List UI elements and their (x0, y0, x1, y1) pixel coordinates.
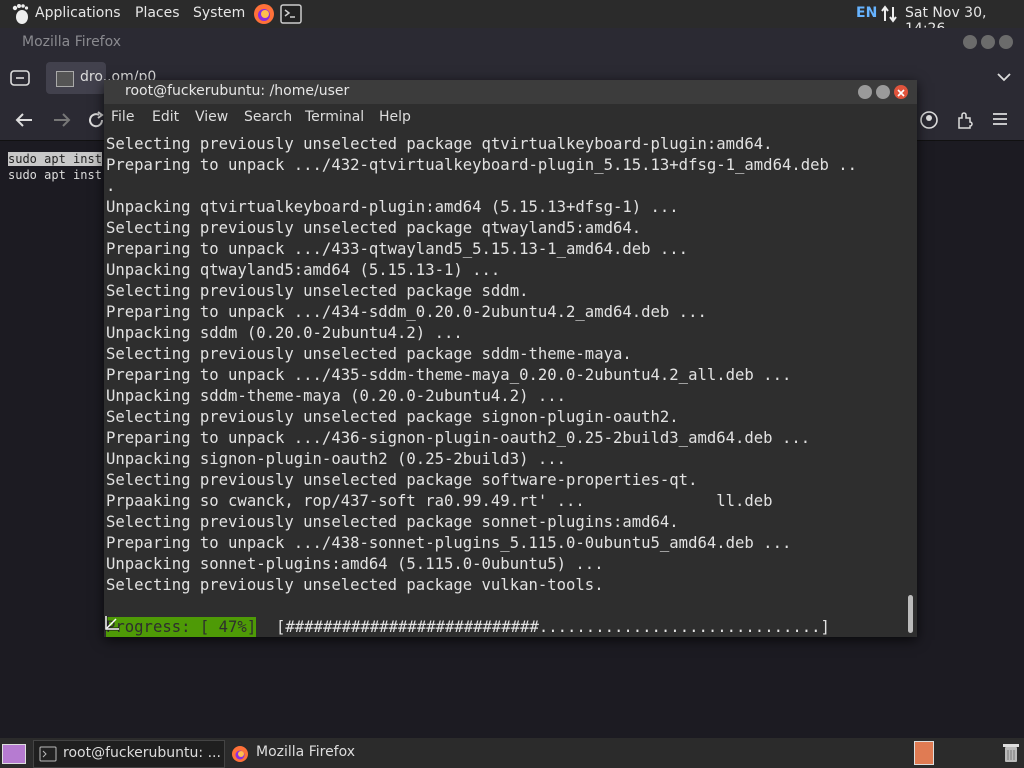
firefox-icon (232, 746, 248, 762)
browser-tab[interactable]: dro..om/p0 (46, 62, 156, 94)
menu-edit[interactable]: Edit (152, 109, 179, 125)
terminal-line: Selecting previously unselected package … (106, 219, 642, 237)
terminal-titlebar[interactable]: root@fuckerubuntu: /home/user (104, 80, 917, 104)
terminal-line: Preparing to unpack .../436-signon-plugi… (106, 429, 811, 447)
terminal-line: Unpacking qtvirtualkeyboard-plugin:amd64… (106, 198, 679, 216)
terminal-line: Unpacking sddm-theme-maya (0.20.0-2ubunt… (106, 387, 567, 405)
terminal-line: Preparing to unpack .../434-sddm_0.20.0-… (106, 303, 707, 321)
terminal-output[interactable]: Selecting previously unselected package … (104, 134, 904, 637)
terminal-line: Unpacking sonnet-plugins:amd64 (5.115.0-… (106, 555, 604, 573)
firefox-window-title: Mozilla Firefox (22, 34, 122, 50)
menu-applications[interactable]: Applications (35, 5, 121, 21)
terminal-launcher-icon[interactable] (280, 4, 302, 24)
gnome-foot-icon[interactable] (9, 3, 31, 25)
terminal-line: Selecting previously unselected package … (106, 576, 604, 594)
taskbar-label: Mozilla Firefox (256, 744, 356, 760)
keyboard-layout[interactable]: EN (856, 5, 877, 21)
taskbar-item-firefox[interactable]: Mozilla Firefox (228, 740, 368, 766)
network-transfer-icon[interactable] (880, 5, 898, 23)
terminal-icon (39, 746, 57, 762)
close-button[interactable] (999, 35, 1013, 49)
terminal-scrollbar[interactable] (908, 595, 913, 633)
terminal-line: Selecting previously unselected package … (106, 408, 679, 426)
reload-icon[interactable] (87, 111, 105, 129)
extensions-icon[interactable] (955, 110, 975, 130)
minimize-button[interactable] (963, 35, 977, 49)
taskbar: root@fuckerubuntu: ... Mozilla Firefox (0, 738, 1024, 768)
terminal-title: root@fuckerubuntu: /home/user (125, 83, 350, 99)
terminal-line: Unpacking qtwayland5:amd64 (5.15.13-1) .… (106, 261, 501, 279)
terminal-line: Selecting previously unselected package … (106, 513, 679, 531)
terminal-close-button[interactable] (894, 85, 908, 99)
close-icon (897, 89, 905, 97)
firefox-launcher-icon[interactable] (253, 3, 275, 25)
workspace-switcher[interactable] (914, 741, 934, 765)
terminal-line: Preparing to unpack .../432-qtvirtualkey… (106, 156, 858, 174)
account-icon[interactable] (919, 110, 939, 130)
page-line: sudo apt inst (8, 168, 102, 182)
forward-arrow-icon[interactable] (52, 111, 72, 129)
tab-overview-icon[interactable] (10, 68, 30, 86)
terminal-line: Selecting previously unselected package … (106, 282, 529, 300)
menu-places[interactable]: Places (135, 5, 180, 21)
terminal-line: Selecting previously unselected package … (106, 471, 698, 489)
hamburger-menu-icon[interactable] (991, 111, 1009, 127)
top-panel: Applications Places System EN Sat Nov 30… (0, 0, 1024, 37)
taskbar-label: root@fuckerubuntu: ... (63, 745, 221, 761)
terminal-line: Unpacking sddm (0.20.0-2ubuntu4.2) ... (106, 324, 463, 342)
menu-system[interactable]: System (193, 5, 245, 21)
menu-search[interactable]: Search (244, 109, 292, 125)
trash-icon[interactable] (1002, 742, 1020, 764)
terminal-line: Preparing to unpack .../435-sddm-theme-m… (106, 366, 792, 384)
tab-favicon-icon (56, 71, 74, 87)
resize-cursor-icon (104, 616, 119, 631)
progress-bar: [###########################............… (276, 618, 830, 636)
maximize-button[interactable] (981, 35, 995, 49)
firefox-titlebar: Mozilla Firefox (0, 28, 1024, 56)
terminal-line: Unpacking signon-plugin-oauth2 (0.25-2bu… (106, 450, 567, 468)
terminal-menubar: File Edit View Search Terminal Help (104, 105, 917, 131)
chevron-down-icon[interactable] (996, 70, 1012, 84)
terminal-line: Selecting previously unselected package … (106, 345, 632, 363)
terminal-line: Selecting previously unselected package … (106, 135, 773, 153)
menu-help[interactable]: Help (379, 109, 411, 125)
progress-label: Progress: [ 47%] (106, 617, 257, 637)
terminal-maximize-button[interactable] (876, 85, 890, 99)
menu-view[interactable]: View (195, 109, 228, 125)
terminal-line: Prpaaking so cwanck, rop/437-soft ra0.99… (106, 492, 773, 510)
terminal-line: Preparing to unpack .../433-qtwayland5_5… (106, 240, 689, 258)
menu-file[interactable]: File (111, 109, 134, 125)
back-arrow-icon[interactable] (14, 111, 34, 129)
terminal-window: root@fuckerubuntu: /home/user File Edit … (104, 80, 917, 637)
menu-terminal[interactable]: Terminal (305, 109, 364, 125)
terminal-minimize-button[interactable] (858, 85, 872, 99)
show-desktop-icon[interactable] (2, 744, 26, 764)
terminal-line: Preparing to unpack .../438-sonnet-plugi… (106, 534, 792, 552)
terminal-line: . (106, 177, 116, 195)
taskbar-item-terminal[interactable]: root@fuckerubuntu: ... (33, 740, 225, 768)
page-line-selected: sudo apt inst (8, 152, 102, 166)
